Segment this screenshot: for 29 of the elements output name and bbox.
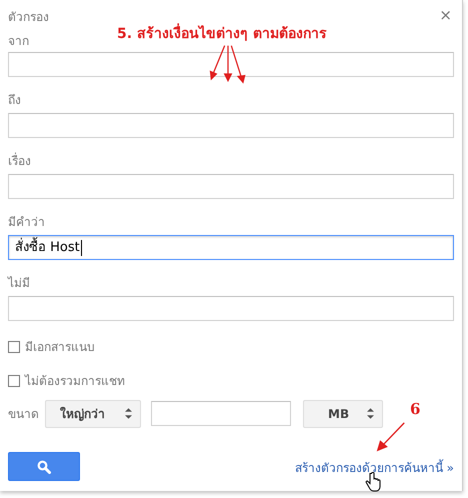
annotation-text: 5. สร้างเงื่อนไขต่างๆ ตามต้องการ: [117, 25, 327, 43]
search-button[interactable]: [8, 452, 80, 481]
spinner-icon: [125, 408, 132, 419]
spinner-icon: [367, 408, 374, 419]
comparator-select[interactable]: ใหญ่กว่า: [45, 400, 141, 428]
input-field[interactable]: [8, 174, 454, 199]
create-filter-link[interactable]: สร้างตัวกรองด้วยการค้นหานี้ »: [294, 460, 454, 476]
close-button[interactable]: ×: [437, 8, 454, 23]
input-field[interactable]: สั่งซื้อ Host: [8, 235, 454, 260]
field-label: จาก: [8, 33, 29, 49]
annotation-number: 6: [410, 400, 420, 418]
unit-select[interactable]: MB: [303, 400, 383, 428]
field-label: เรื่อง: [8, 153, 31, 169]
input-field[interactable]: [8, 296, 454, 321]
size-label: ขนาด: [8, 406, 39, 422]
input-field[interactable]: [8, 113, 454, 138]
dialog-title: ตัวกรอง: [8, 9, 49, 25]
hand-cursor-icon: [365, 472, 381, 492]
input-field[interactable]: [8, 52, 454, 77]
checkbox-label: มีเอกสารแนบ: [25, 339, 95, 355]
checkbox[interactable]: [8, 341, 20, 353]
field-label: ถึง: [8, 92, 21, 108]
size-input[interactable]: [151, 401, 291, 426]
annotation-arrow: [376, 420, 406, 454]
search-icon: [37, 460, 51, 474]
checkbox[interactable]: [8, 375, 20, 387]
field-label: มีคำว่า: [8, 214, 45, 230]
field-label: ไม่มี: [8, 275, 30, 291]
checkbox-label: ไม่ต้องรวมการแชท: [25, 373, 125, 389]
